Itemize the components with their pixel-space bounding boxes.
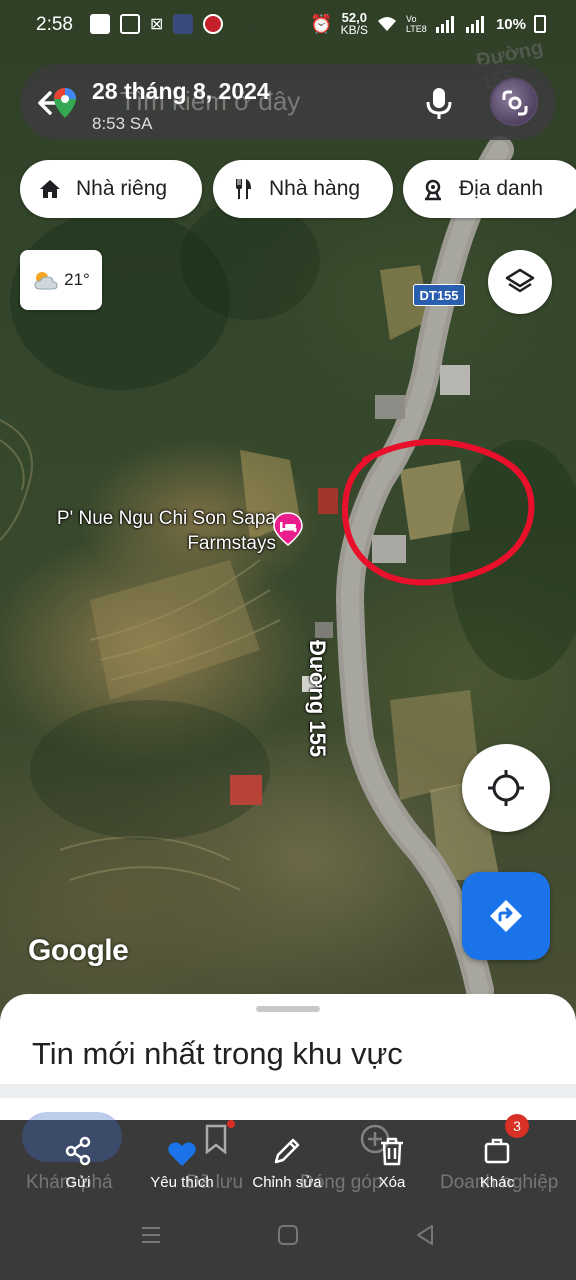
status-bar: 2:58 ⊠ ⏰ 52,0 KB/S Vo LTE8 10% — [0, 0, 576, 52]
directions-icon — [490, 900, 522, 932]
system-navigation-bar — [0, 1200, 576, 1280]
more-icon — [484, 1138, 510, 1164]
maps-pin-icon — [54, 88, 76, 118]
nav-edit[interactable]: Chỉnh sửa — [239, 1120, 335, 1200]
app-notification-icon — [203, 14, 224, 34]
home-icon — [40, 180, 60, 198]
chip-landmark-label: Địa danh — [459, 177, 544, 200]
sheet-divider — [0, 1084, 576, 1098]
share-icon — [65, 1136, 91, 1166]
sheet-handle[interactable] — [256, 1006, 320, 1012]
battery-icon — [534, 15, 546, 33]
more-notifications-icon: ⊠ — [150, 16, 164, 33]
overlay-date: 28 tháng 8, 2024 — [92, 78, 270, 104]
search-bar[interactable]: Tìm kiếm ở đây 28 tháng 8, 2024 8:53 SA — [20, 64, 556, 140]
nav-share[interactable]: Gửi — [30, 1120, 126, 1200]
notification-badge: 3 — [505, 1114, 529, 1138]
back-button-icon[interactable] — [414, 1224, 436, 1246]
bottom-sheet[interactable]: Tin mới nhất trong khu vực — [0, 994, 576, 1124]
nav-delete-label: Xóa — [378, 1174, 406, 1191]
chip-home-label: Nhà riêng — [76, 177, 168, 200]
network-speed: 52,0 KB/S — [340, 11, 368, 37]
wifi-icon — [377, 17, 396, 31]
landmark-icon — [425, 179, 441, 201]
notification-icons: ⊠ — [90, 14, 224, 34]
system-status-icons: ⏰ 52,0 KB/S Vo LTE8 10% — [310, 11, 546, 37]
nav-favorite-label: Yêu thích — [150, 1174, 214, 1191]
nav-more[interactable]: Khác — [449, 1120, 545, 1200]
volte-label: Vo LTE8 — [405, 14, 427, 34]
google-lens-icon[interactable] — [500, 88, 530, 118]
partly-cloudy-icon — [34, 272, 58, 290]
pencil-icon — [274, 1138, 300, 1164]
alarm-icon: ⏰ — [310, 13, 333, 34]
hotel-pin-icon[interactable] — [272, 512, 304, 546]
nav-favorite[interactable]: Yêu thích — [134, 1120, 230, 1200]
mic-icon[interactable] — [424, 86, 454, 120]
battery-percent: 10% — [495, 15, 526, 33]
poi-label[interactable]: P' Nue Ngu Chi Son Sapa Farmstays — [40, 506, 276, 556]
chip-home[interactable]: Nhà riêng — [20, 160, 202, 218]
temperature: 21° — [64, 270, 90, 289]
trash-icon — [381, 1137, 403, 1166]
network-speed-unit: KB/S — [340, 23, 368, 37]
overlay-time: 8:53 SA — [92, 114, 153, 133]
heart-icon — [168, 1142, 196, 1166]
chip-restaurant-label: Nhà hàng — [269, 177, 361, 200]
status-time: 2:58 — [36, 14, 73, 35]
chip-restaurant[interactable]: Nhà hàng — [213, 160, 393, 218]
google-logo: Google — [28, 934, 129, 967]
facebook-icon — [90, 14, 110, 34]
restaurant-icon — [236, 179, 251, 199]
crosshair-icon — [488, 770, 524, 806]
nav-edit-label: Chỉnh sửa — [252, 1174, 322, 1191]
layers-button[interactable] — [488, 250, 552, 314]
nav-share-label: Gửi — [65, 1174, 91, 1191]
chip-landmark[interactable]: Địa danh — [403, 160, 576, 218]
signal-icon-1 — [435, 16, 454, 33]
recent-apps-icon[interactable] — [140, 1224, 162, 1246]
nav-delete[interactable]: Xóa — [344, 1120, 440, 1200]
directions-button[interactable] — [462, 872, 550, 960]
nav-more-label: Khác — [479, 1174, 515, 1191]
road-label: Đường 155 — [305, 640, 330, 758]
mbs-app-icon — [173, 14, 194, 34]
layers-icon — [505, 268, 535, 293]
road-shield: DT155 — [413, 284, 465, 306]
home-button-icon[interactable] — [277, 1224, 299, 1246]
my-location-button[interactable] — [462, 744, 550, 832]
weather-widget[interactable]: 21° — [20, 250, 102, 310]
sheet-title: Tin mới nhất trong khu vực — [32, 1036, 403, 1071]
gmail-icon — [120, 14, 140, 34]
signal-icon-2 — [465, 16, 484, 33]
